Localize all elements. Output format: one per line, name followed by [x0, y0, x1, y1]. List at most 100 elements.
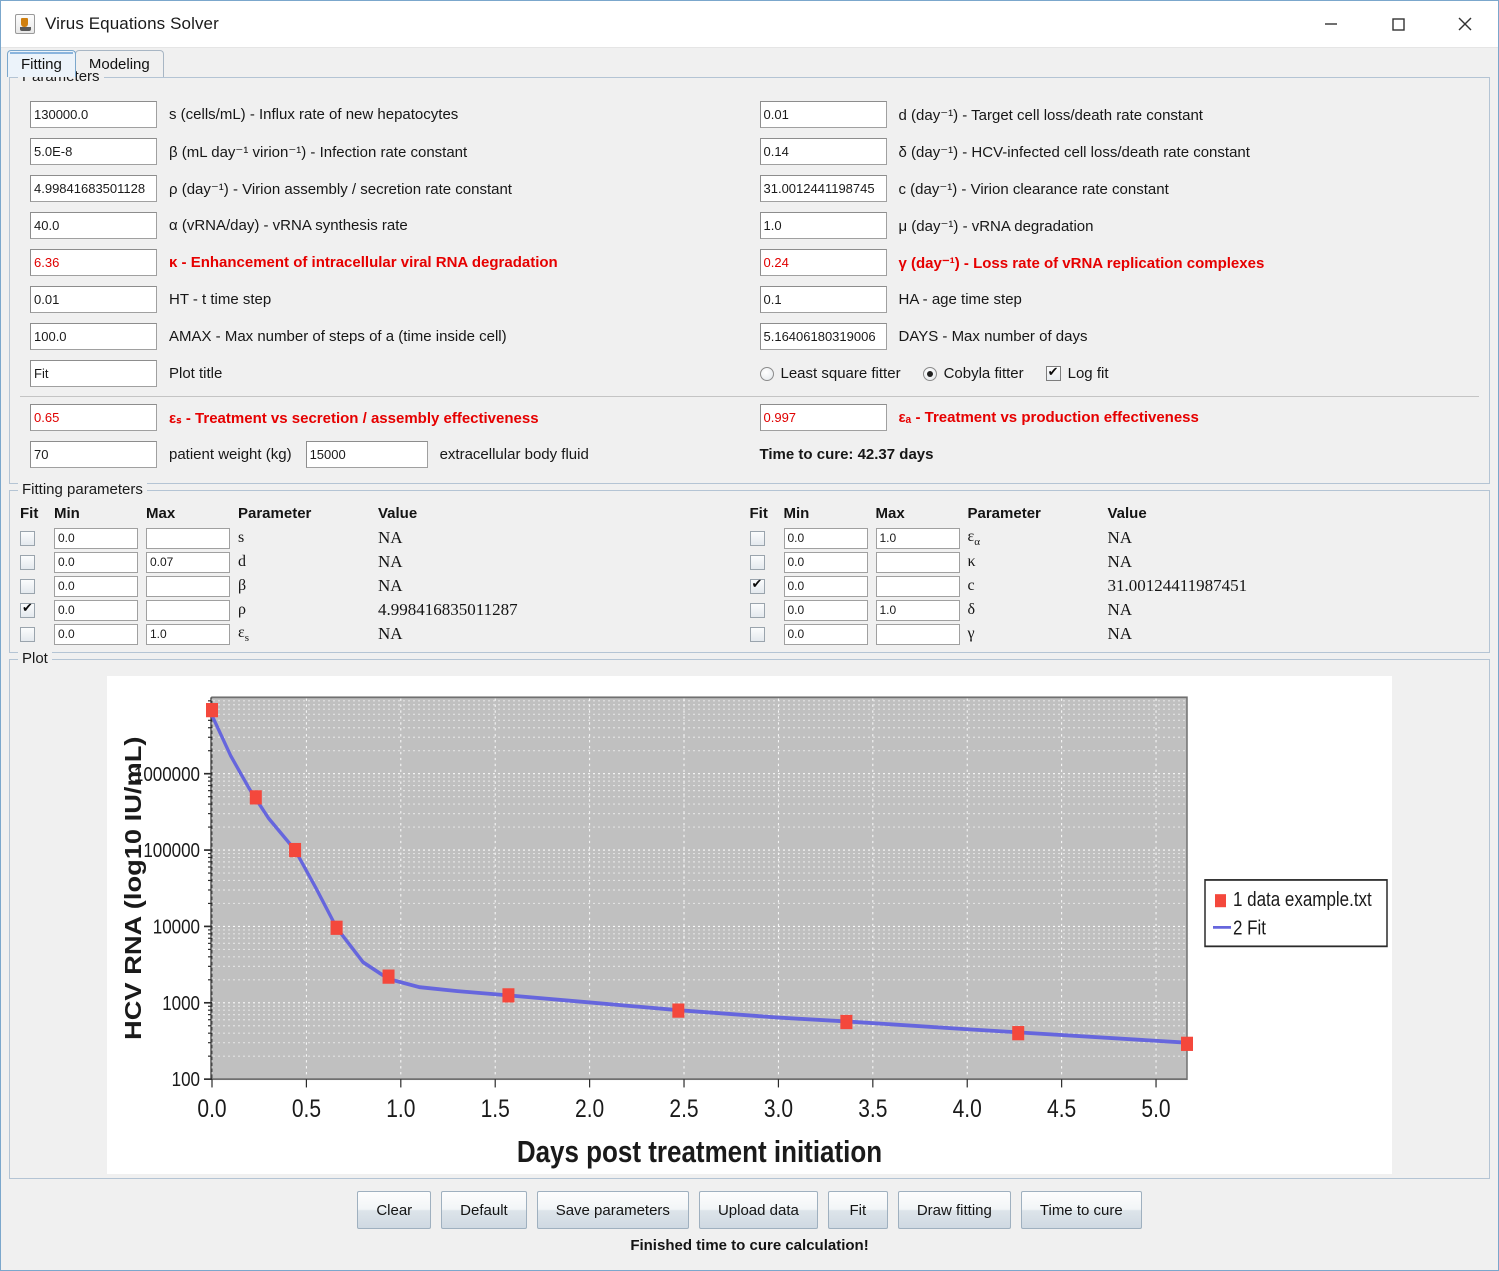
fit-checkbox-kappa[interactable] — [750, 555, 765, 570]
chart-canvas[interactable]: 0.00.51.01.52.02.53.03.54.04.55.01000000… — [107, 676, 1392, 1174]
max-input-gamma[interactable] — [876, 624, 960, 645]
param-input-delta[interactable]: 0.14 — [760, 138, 887, 165]
param-input-d[interactable]: 0.01 — [760, 101, 887, 128]
fitting-table-left-header: Fit Min Max Parameter Value — [20, 505, 750, 526]
param-input-s[interactable]: 130000.0 — [30, 101, 157, 128]
param-name-kappa: κ — [968, 553, 1108, 571]
time-to-cure-button[interactable]: Time to cure — [1021, 1191, 1142, 1229]
param-value-rho: 4.998416835011287 — [378, 600, 750, 620]
param-name-d: d — [238, 553, 378, 571]
clear-button[interactable]: Clear — [357, 1191, 431, 1229]
max-input-d[interactable]: 0.07 — [146, 552, 230, 573]
min-input-s[interactable]: 0.0 — [54, 528, 138, 549]
radio-cobyla-fitter-label: Cobyla fitter — [944, 365, 1024, 382]
fit-checkbox-beta[interactable] — [20, 579, 35, 594]
param-input-ha[interactable]: 0.1 — [760, 286, 887, 313]
maximize-icon[interactable] — [1364, 1, 1431, 47]
param-label-d: d (day⁻¹) - Target cell loss/death rate … — [899, 106, 1203, 124]
param-input-c[interactable]: 31.0012441198745 — [760, 175, 887, 202]
fit-checkbox-d[interactable] — [20, 555, 35, 570]
param-input-mu[interactable]: 1.0 — [760, 212, 887, 239]
upload-data-button[interactable]: Upload data — [699, 1191, 818, 1229]
tab-fitting[interactable]: Fitting — [7, 50, 76, 77]
fit-button[interactable]: Fit — [828, 1191, 888, 1229]
fitting-parameters-grid: Fit Min Max Parameter Value 0.0 s NA — [20, 505, 1479, 646]
minimize-icon[interactable] — [1297, 1, 1364, 47]
min-input-eps-s[interactable]: 0.0 — [54, 624, 138, 645]
max-input-kappa[interactable] — [876, 552, 960, 573]
status-message: Finished time to cure calculation! — [9, 1231, 1490, 1264]
checkbox-log-fit[interactable] — [1046, 366, 1061, 381]
param-input-alpha[interactable]: 40.0 — [30, 212, 157, 239]
min-input-kappa[interactable]: 0.0 — [784, 552, 868, 573]
max-input-delta[interactable]: 1.0 — [876, 600, 960, 621]
param-name-delta: δ — [968, 601, 1108, 619]
fit-checkbox-c[interactable] — [750, 579, 765, 594]
param-input-plot-title[interactable]: Fit — [30, 360, 157, 387]
fit-checkbox-rho[interactable] — [20, 603, 35, 618]
x-axis-tick-label: 4.5 — [1047, 1094, 1076, 1122]
close-icon[interactable] — [1431, 1, 1498, 47]
max-input-s[interactable] — [146, 528, 230, 549]
param-input-days[interactable]: 5.16406180319006 — [760, 323, 887, 350]
param-input-kappa[interactable]: 6.36 — [30, 249, 157, 276]
draw-fitting-button[interactable]: Draw fitting — [898, 1191, 1011, 1229]
fitting-parameters-legend: Fitting parameters — [18, 481, 147, 498]
param-input-ht[interactable]: 0.01 — [30, 286, 157, 313]
max-input-beta[interactable] — [146, 576, 230, 597]
title-bar: Virus Equations Solver — [1, 1, 1498, 48]
header-value: Value — [1108, 505, 1480, 522]
param-input-amax[interactable]: 100.0 — [30, 323, 157, 350]
min-input-beta[interactable]: 0.0 — [54, 576, 138, 597]
param-input-beta[interactable]: 5.0E-8 — [30, 138, 157, 165]
fit-checkbox-eps-s[interactable] — [20, 627, 35, 642]
min-input-gamma[interactable]: 0.0 — [784, 624, 868, 645]
chart-svg: 0.00.51.01.52.02.53.03.54.04.55.01000000… — [107, 676, 1392, 1174]
min-input-c[interactable]: 0.0 — [784, 576, 868, 597]
default-button[interactable]: Default — [441, 1191, 527, 1229]
radio-least-square-fitter[interactable] — [760, 367, 774, 381]
window-controls — [1297, 1, 1498, 47]
param-input-patient-weight[interactable]: 70 — [30, 441, 157, 468]
x-axis-tick-label: 5.0 — [1141, 1094, 1170, 1122]
param-name-beta: β — [238, 577, 378, 595]
fitter-options-row: Least square fitter Cobyla fitter Log fi… — [760, 355, 1480, 392]
y-axis-tick-label: 10000 — [153, 915, 200, 938]
fitting-parameters-panel: Fitting parameters Fit Min Max Parameter… — [9, 490, 1490, 653]
fit-checkbox-delta[interactable] — [750, 603, 765, 618]
radio-cobyla-fitter[interactable] — [923, 367, 937, 381]
fit-checkbox-gamma[interactable] — [750, 627, 765, 642]
param-value-delta: NA — [1108, 600, 1480, 620]
fit-checkbox-s[interactable] — [20, 531, 35, 546]
param-input-gamma[interactable]: 0.24 — [760, 249, 887, 276]
max-input-c[interactable] — [876, 576, 960, 597]
plot-panel: Plot 0.00.51.01.52.02.53.03.54.04.55.010… — [9, 659, 1490, 1179]
save-parameters-button[interactable]: Save parameters — [537, 1191, 689, 1229]
param-label-amax: AMAX - Max number of steps of a (time in… — [169, 328, 507, 345]
min-input-rho[interactable]: 0.0 — [54, 600, 138, 621]
param-row-gamma: 0.24 γ (day⁻¹) - Loss rate of vRNA repli… — [750, 244, 1480, 281]
java-coffee-cup-icon — [15, 14, 35, 34]
fit-checkbox-eps-a[interactable] — [750, 531, 765, 546]
max-input-eps-s[interactable]: 1.0 — [146, 624, 230, 645]
param-input-eps-a[interactable]: 0.997 — [760, 404, 887, 431]
min-input-delta[interactable]: 0.0 — [784, 600, 868, 621]
time-to-cure-text: Time to cure: 42.37 days — [760, 446, 934, 463]
param-input-eps-s[interactable]: 0.65 — [30, 404, 157, 431]
max-input-rho[interactable] — [146, 600, 230, 621]
treatment-left-column: 0.65 εₛ - Treatment vs secretion / assem… — [20, 399, 750, 473]
min-input-eps-a[interactable]: 0.0 — [784, 528, 868, 549]
x-axis-tick-label: 2.0 — [575, 1094, 604, 1122]
data-point-marker — [1012, 1026, 1024, 1040]
fitting-parameters-body: Fit Min Max Parameter Value 0.0 s NA — [10, 491, 1489, 652]
param-input-extracellular-fluid[interactable]: 15000 — [306, 441, 428, 468]
table-row: 0.0 s NA — [20, 526, 750, 550]
min-input-d[interactable]: 0.0 — [54, 552, 138, 573]
param-value-eps-a: NA — [1108, 528, 1480, 548]
table-row: 0.0 β NA — [20, 574, 750, 598]
x-axis-tick-label: 1.5 — [481, 1094, 510, 1122]
header-parameter: Parameter — [238, 505, 378, 522]
param-label-extracellular-fluid: extracellular body fluid — [440, 446, 589, 463]
param-input-rho[interactable]: 4.99841683501128 — [30, 175, 157, 202]
max-input-eps-a[interactable]: 1.0 — [876, 528, 960, 549]
